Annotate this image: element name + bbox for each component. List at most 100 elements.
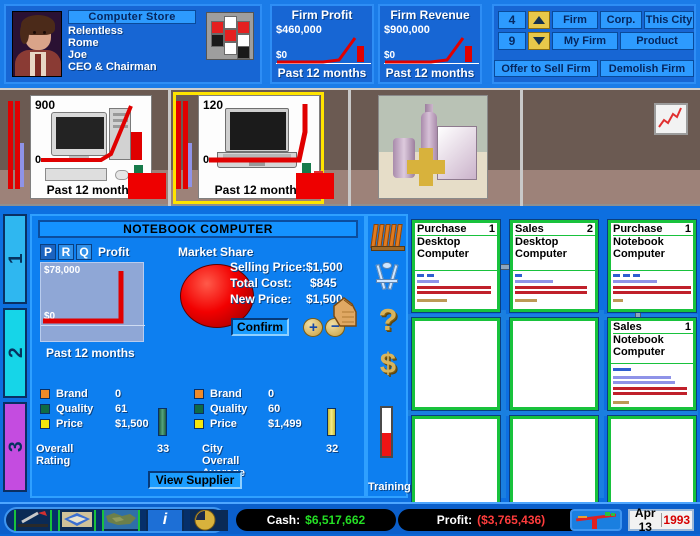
action-icon-rail: ? $ Training (366, 214, 411, 498)
shelf-tile-pharmacy[interactable] (356, 95, 501, 201)
offer-to-sell-firm-button[interactable]: Offer to Sell Firm (494, 60, 598, 77)
legend-swatch-brand (40, 389, 50, 399)
firm-info-panel[interactable]: Computer Store Relentless Rome Joe CEO &… (4, 4, 262, 84)
world-map-icon[interactable] (102, 510, 140, 531)
clock-icon[interactable] (190, 509, 228, 531)
grid-cell-1[interactable]: Sales 2 Desktop Computer (509, 219, 599, 313)
filter-this-city-button[interactable]: This City (644, 11, 694, 29)
books-icon[interactable] (370, 222, 406, 252)
filter-product-button[interactable]: Product (620, 32, 694, 50)
shelf-tile-desktop[interactable]: 900 0 Past 12 months (8, 95, 166, 201)
legend-brand-value: 0 (115, 388, 122, 400)
grid-cell-qty: 2 (586, 223, 593, 235)
city-quality-label: Quality (210, 403, 248, 415)
balance-seesaw-icon[interactable] (570, 509, 622, 531)
tile-red-bar-2 (15, 101, 20, 189)
market-share-label: Market Share (178, 245, 254, 259)
question-mark-icon[interactable]: ? (370, 302, 406, 338)
firm-revenue-sparkline (385, 37, 472, 64)
selling-price-label: Selling Price: (230, 260, 307, 274)
prq-toggle-group[interactable]: P R Q (40, 244, 92, 260)
new-price-label: New Price: (230, 292, 292, 306)
grid-cell-title: Purchase (417, 223, 499, 236)
grid-cell-5[interactable]: Sales 1 Notebook Computer (607, 317, 697, 411)
floor-tab-2[interactable]: 2 (3, 308, 27, 398)
filter-my-firm-button[interactable]: My Firm (552, 32, 618, 50)
legend-brand-label: Brand (56, 388, 88, 400)
profit-display: Profit: ($3,765,436) (398, 509, 584, 531)
selling-price-value: $1,500 (306, 260, 343, 274)
tools-icon[interactable] (14, 510, 52, 531)
grid-cell-4[interactable] (509, 317, 599, 411)
map-grid-icon[interactable] (58, 510, 96, 531)
overall-rating-label: Overall Rating (36, 443, 74, 467)
cube-logo-icon (206, 12, 254, 60)
line-chart-icon[interactable] (654, 103, 688, 135)
game-screen: Computer Store Relentless Rome Joe CEO &… (0, 0, 700, 534)
filter-firm-button[interactable]: Firm (552, 11, 598, 29)
floor-tab-1[interactable]: 1 (3, 214, 27, 304)
executive-portrait-icon (12, 11, 62, 77)
firm-profit-footer: Past 12 months (277, 66, 367, 80)
profit-chart-line (43, 271, 124, 324)
filter-corp-button[interactable]: Corp. (600, 11, 642, 29)
prq-button-p[interactable]: P (40, 244, 56, 260)
grid-cell-name: Notebook Computer (613, 236, 665, 260)
arrow-down-icon[interactable] (528, 32, 550, 50)
plus-circle-icon[interactable]: + (303, 318, 323, 337)
shelf-tile-notebook[interactable]: 120 0 Past 12 months (173, 92, 334, 204)
firm-city: Rome (68, 37, 99, 49)
tile-red-bar (176, 101, 181, 189)
shelf-tile-empty[interactable] (528, 95, 696, 201)
grid-cell-3[interactable] (411, 317, 501, 411)
date-month-day: Apr 13 (634, 506, 656, 534)
floor-tab-3[interactable]: 3 (3, 402, 27, 492)
grid-cell-7[interactable] (509, 415, 599, 509)
city-legend-swatch-quality (194, 404, 204, 414)
tile-red-bar-2 (183, 101, 188, 189)
legend-quality-value: 61 (115, 403, 128, 415)
legend-price-label: Price (56, 418, 83, 430)
info-icon[interactable]: i (146, 510, 184, 531)
firm-profit-panel[interactable]: Firm Profit $460,000 $0 Past 12 months (270, 4, 374, 84)
firm-role: CEO & Chairman (68, 61, 157, 73)
floor-tabs: 1 2 3 (3, 214, 27, 492)
city-price-label: Price (210, 418, 237, 430)
confirm-button[interactable]: Confirm (231, 318, 289, 336)
pharmacy-products-icon (378, 95, 488, 199)
tile-volume-block (296, 173, 334, 199)
firm-owner: Joe (68, 49, 87, 61)
legend-swatch-price (40, 419, 50, 429)
firm-revenue-panel[interactable]: Firm Revenue $900,000 $0 Past 12 months (378, 4, 482, 84)
grid-cell-6[interactable] (411, 415, 501, 509)
firm-type-title: Computer Store (68, 10, 196, 24)
grid-cell-name: Desktop Computer (515, 236, 567, 260)
firm-revenue-title: Firm Revenue (390, 8, 470, 22)
grid-cell-8[interactable] (607, 415, 697, 509)
city-price-value: $1,499 (268, 418, 302, 430)
prq-button-r[interactable]: R (58, 244, 74, 260)
pointing-hand-cursor-icon (333, 297, 357, 327)
prq-button-q[interactable]: Q (76, 244, 92, 260)
cash-display: Cash: $6,517,662 (236, 509, 396, 531)
firm-revenue-footer: Past 12 months (385, 66, 475, 80)
grid-cell-2[interactable]: Purchase 1 Notebook Computer (607, 219, 697, 313)
arrow-up-icon[interactable] (528, 11, 550, 29)
legend-price-value: $1,500 (115, 418, 149, 430)
demolish-firm-button[interactable]: Demolish Firm (600, 60, 694, 77)
date-year: 1993 (660, 513, 693, 527)
game-date[interactable]: Apr 13 1993 (628, 506, 694, 534)
product-shelf: 900 0 Past 12 months 120 0 Past 12 month… (0, 88, 700, 208)
tile-sparkline (41, 105, 142, 162)
dollar-sign-icon[interactable]: $ (370, 348, 406, 381)
grid-cell-0[interactable]: Purchase 1 Desktop Computer (411, 219, 501, 313)
total-cost-label: Total Cost: (230, 276, 292, 290)
view-supplier-button[interactable]: View Supplier (148, 471, 242, 489)
bottom-status-bar: i Cash: $6,517,662 Profit: ($3,765,436) (0, 502, 700, 534)
grid-cell-name: Desktop Computer (417, 236, 469, 260)
city-legend-swatch-price (194, 419, 204, 429)
thermometer-icon[interactable] (380, 406, 393, 458)
compass-icon[interactable] (370, 262, 406, 292)
tile-sparkline (209, 104, 308, 163)
total-cost-value: $845 (310, 276, 337, 290)
